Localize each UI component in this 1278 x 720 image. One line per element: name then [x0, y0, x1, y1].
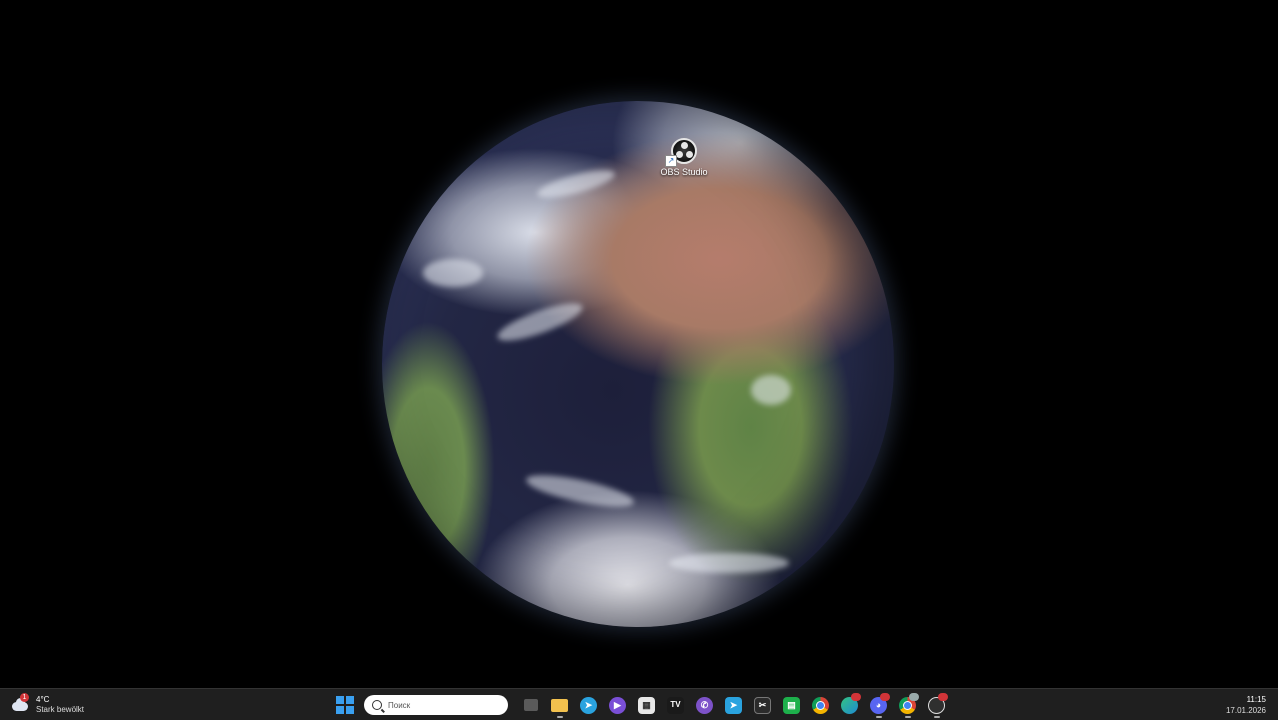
taskbar-app-telegram[interactable]: ➤	[574, 692, 603, 718]
clock-time: 11:15	[1246, 695, 1266, 704]
taskbar-app-task-view[interactable]	[516, 692, 545, 718]
sheets-app-icon: ▤	[783, 696, 800, 714]
earth-wallpaper	[382, 101, 894, 627]
recording-badge	[938, 693, 948, 701]
cloud-formation	[534, 164, 617, 203]
desktop: ↗ OBS Studio	[0, 0, 1278, 688]
system-clock[interactable]: 11:15 17.01.2026	[1226, 694, 1266, 716]
taskbar-app-edge[interactable]	[835, 692, 864, 718]
calendar-app-icon: ▦	[638, 696, 655, 714]
taskbar-app-calendar[interactable]: ▦	[632, 692, 661, 718]
telegram-icon: ➤	[580, 696, 597, 714]
capcut-icon: ✂	[754, 696, 771, 714]
taskbar-app-telegram-desktop[interactable]: ➤	[719, 692, 748, 718]
taskbar-app-capcut[interactable]: ✂	[748, 692, 777, 718]
tradingview-icon: TV	[667, 696, 684, 714]
taskbar-app-viber[interactable]: ✆	[690, 692, 719, 718]
viber-icon: ✆	[696, 696, 713, 714]
chrome-icon	[812, 696, 829, 714]
weather-description: Stark bewölkt	[36, 705, 85, 714]
search-input[interactable]: Поиск	[364, 695, 508, 715]
obs-studio-shortcut[interactable]: ↗ OBS Studio	[658, 138, 710, 177]
taskbar-app-sheets[interactable]: ▤	[777, 692, 806, 718]
notification-badge	[851, 693, 861, 701]
taskbar-app-chrome-profile[interactable]	[893, 692, 922, 718]
weather-widget[interactable]: 1 4°C Stark bewölkt	[10, 693, 84, 717]
cloud-formation	[750, 374, 791, 405]
taskbar-app-media-player[interactable]: ▶	[603, 692, 632, 718]
cloud-formation	[422, 258, 483, 287]
taskbar: 1 4°C Stark bewölkt Поиск ➤ ▶ ▦ TV ✆ ➤ ✂…	[0, 688, 1278, 720]
clock-date: 17.01.2026	[1225, 706, 1266, 715]
task-view-icon	[523, 699, 538, 711]
cloud-formation	[493, 296, 586, 349]
search-icon	[372, 700, 382, 710]
file-explorer-icon	[551, 698, 568, 712]
cloud-icon: 1	[10, 693, 30, 712]
start-button[interactable]	[334, 694, 356, 716]
weather-temperature: 4°C	[36, 695, 50, 704]
taskbar-app-discord[interactable]: ◕	[864, 692, 893, 718]
media-player-icon: ▶	[609, 696, 626, 714]
taskbar-app-tradingview[interactable]: TV	[661, 692, 690, 718]
taskbar-app-chrome[interactable]	[806, 692, 835, 718]
telegram-desktop-icon: ➤	[725, 696, 742, 714]
profile-badge	[909, 693, 919, 701]
search-placeholder: Поиск	[388, 700, 411, 710]
notification-badge	[880, 693, 890, 701]
shortcut-arrow-icon: ↗	[665, 155, 677, 167]
taskbar-center: Поиск ➤ ▶ ▦ TV ✆ ➤ ✂ ▤ ◕	[334, 692, 951, 718]
taskbar-app-obs-studio[interactable]	[922, 692, 951, 718]
shortcut-label: OBS Studio	[660, 167, 708, 177]
cloud-formation	[668, 553, 789, 574]
cloud-formation	[524, 468, 637, 513]
weather-badge: 1	[20, 693, 29, 702]
taskbar-app-file-explorer[interactable]	[545, 692, 574, 718]
